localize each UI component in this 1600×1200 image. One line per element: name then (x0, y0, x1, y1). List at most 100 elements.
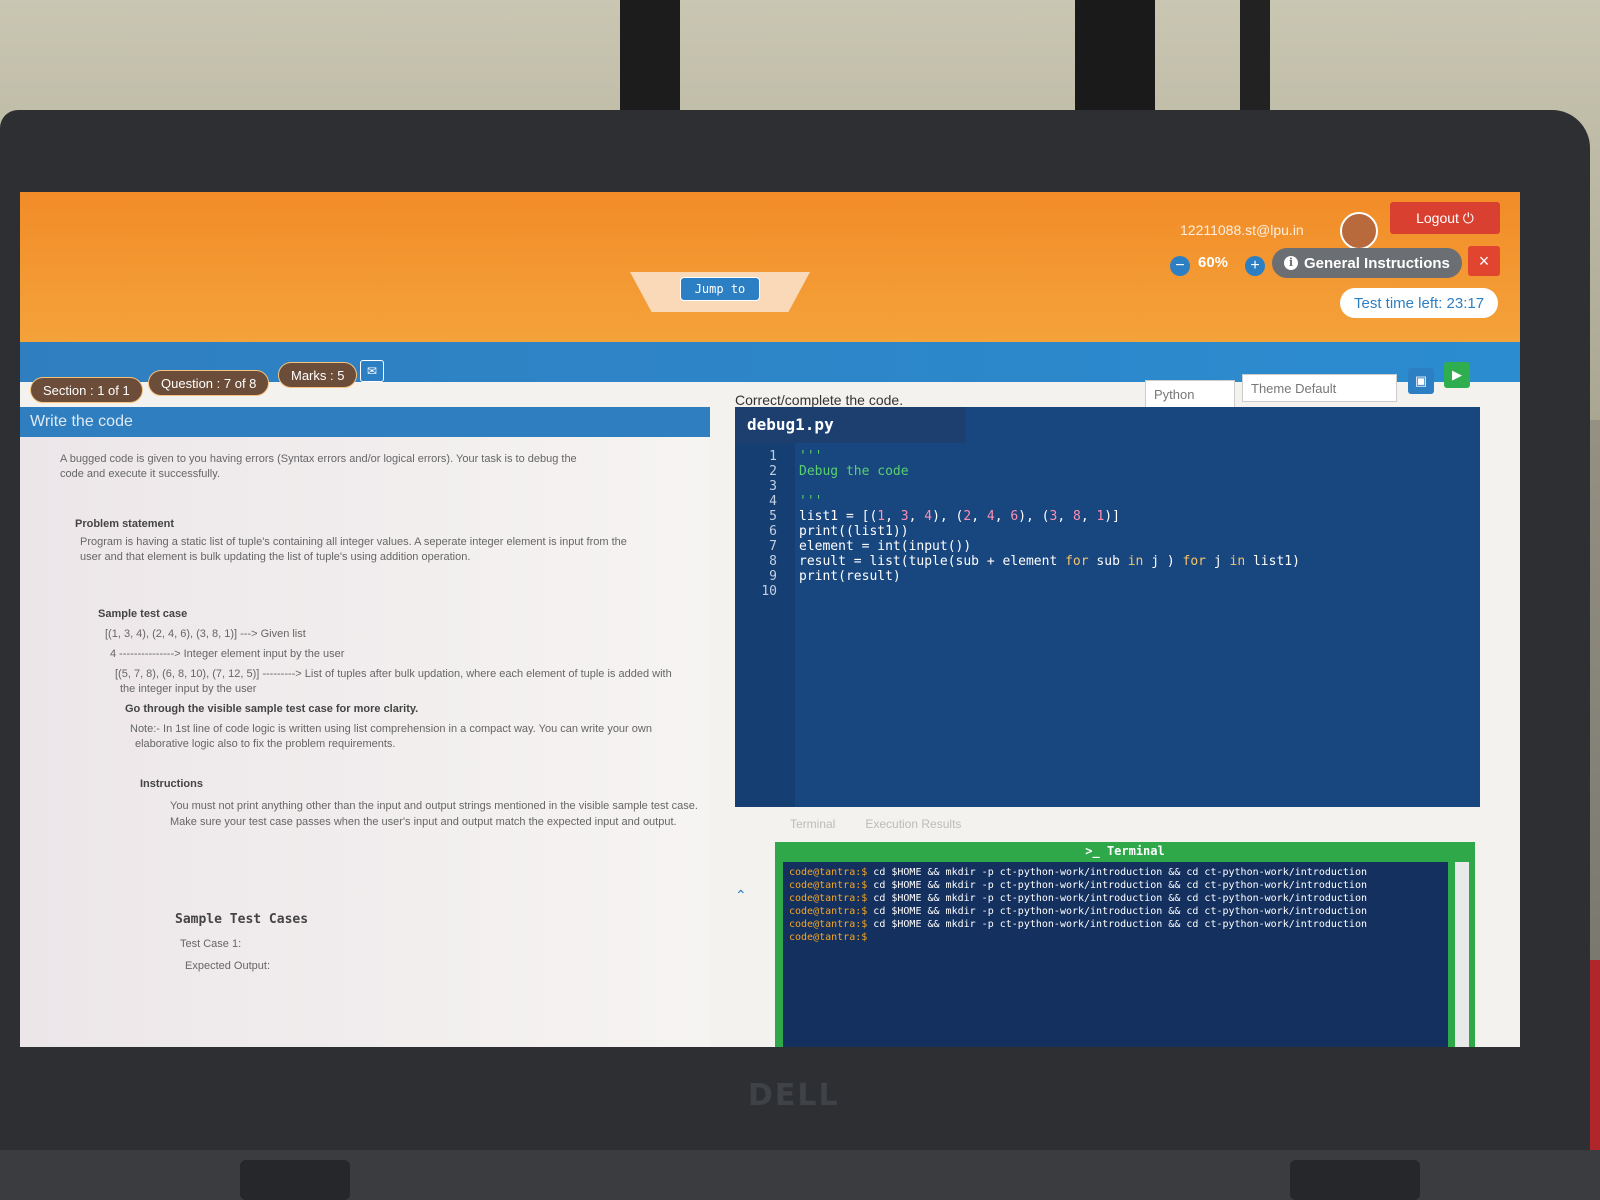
laptop-hinge (1290, 1160, 1420, 1200)
close-button[interactable]: × (1468, 246, 1500, 276)
expected-output-label: Expected Output: (185, 960, 270, 972)
line-source[interactable]: print((list1)) (785, 524, 909, 539)
code-line[interactable]: 6 print((list1)) (735, 524, 1300, 539)
terminal-line: code@tantra:$ cd $HOME && mkdir -p ct-py… (789, 892, 1442, 905)
intro-line: A bugged code is given to you having err… (60, 453, 577, 465)
line-source[interactable]: print(result) (785, 569, 901, 584)
sample-cases-heading: Sample Test Cases (175, 912, 309, 927)
code-line[interactable]: 7 element = int(input()) (735, 539, 1300, 554)
line-number: 10 (761, 584, 777, 599)
line-source[interactable]: element = int(input()) (785, 539, 971, 554)
terminal-prompt: code@tantra:$ (789, 919, 868, 930)
jump-to-button[interactable]: Jump to (680, 277, 760, 301)
terminal-panel: >_ Terminal code@tantra:$ cd $HOME && mk… (775, 842, 1475, 1047)
section-badge: Section : 1 of 1 (30, 377, 143, 403)
tab-execution-results[interactable]: Execution Results (865, 817, 961, 831)
test-case-label[interactable]: Test Case 1: (180, 937, 241, 952)
info-icon: i (1284, 256, 1298, 270)
sample-line: 4 ---------------> Integer element input… (110, 648, 345, 660)
instruction-item: Make sure your test case passes when the… (170, 816, 677, 828)
intro-line: code and execute it successfully. (60, 468, 220, 480)
zoom-out-button[interactable]: − (1170, 256, 1190, 276)
terminal-prompt: code@tantra:$ (789, 880, 868, 891)
tab-terminal[interactable]: Terminal (790, 817, 835, 831)
sample-line: the integer input by the user (120, 683, 257, 695)
note-line: elaborative logic also to fix the proble… (135, 738, 396, 750)
line-source[interactable]: list1 = [(1, 3, 4), (2, 4, 6), (3, 8, 1)… (785, 509, 1120, 524)
line-source[interactable]: ''' (785, 449, 822, 464)
screen: Jump to 12211088.st@lpu.in Logout ⏻ − 60… (20, 192, 1520, 1047)
terminal-command: cd $HOME && mkdir -p ct-python-work/intr… (867, 880, 1367, 891)
theme-select[interactable]: Theme Default (1242, 374, 1397, 402)
code-line[interactable]: 3 (735, 479, 1300, 494)
code-line[interactable]: 5 list1 = [(1, 3, 4), (2, 4, 6), (3, 8, 1… (735, 509, 1300, 524)
marks-badge: Marks : 5 (278, 362, 358, 388)
statement-line: Program is having a static list of tuple… (80, 536, 627, 548)
terminal-scrollbar[interactable] (1455, 862, 1469, 1047)
laptop-logo: DELL (748, 1078, 840, 1113)
line-source[interactable]: result = list(tuple(sub + element for su… (785, 554, 1300, 569)
terminal-prompt: code@tantra:$ (789, 867, 868, 878)
question-badge[interactable]: Question : 7 of 8 (148, 370, 270, 396)
sample-line: [(5, 7, 8), (6, 8, 10), (7, 12, 5)] ----… (115, 668, 672, 680)
code-line[interactable]: 10 (735, 584, 1300, 599)
code-line[interactable]: 4 ''' (735, 494, 1300, 509)
instructions-heading: Instructions (140, 778, 203, 790)
instruction-item: You must not print anything other than t… (170, 800, 698, 812)
zoom-in-button[interactable]: + (1245, 256, 1265, 276)
line-number: 4 (769, 494, 777, 509)
line-number: 2 (769, 464, 777, 479)
terminal-body[interactable]: code@tantra:$ cd $HOME && mkdir -p ct-py… (783, 862, 1448, 1047)
collapse-arrow-icon[interactable]: ⌃ (735, 887, 747, 904)
statement-heading: Problem statement (75, 518, 175, 530)
terminal-line: code@tantra:$ cd $HOME && mkdir -p ct-py… (789, 905, 1442, 918)
terminal-line: code@tantra:$ cd $HOME && mkdir -p ct-py… (789, 918, 1442, 931)
code-lines[interactable]: 1 ''' 2 Debug the code 3 4 ''' 5 list1 = [(1, 3,… (735, 449, 1300, 599)
note-line: Note:- In 1st line of code logic is writ… (130, 723, 652, 735)
terminal-line: code@tantra:$ cd $HOME && mkdir -p ct-py… (789, 866, 1442, 879)
line-number: 7 (769, 539, 777, 554)
output-tabs: Terminal Execution Results (790, 817, 961, 831)
terminal-command: cd $HOME && mkdir -p ct-python-work/intr… (867, 919, 1367, 930)
terminal-line[interactable]: code@tantra:$ (789, 931, 1442, 944)
line-number: 6 (769, 524, 777, 539)
editor-prompt: Correct/complete the code. (735, 392, 904, 408)
line-source[interactable]: ''' (785, 494, 822, 509)
line-number: 1 (769, 449, 777, 464)
general-instructions-label: General Instructions (1304, 254, 1450, 272)
code-line[interactable]: 9 print(result) (735, 569, 1300, 584)
problem-panel: Write the code A bugged code is given to… (20, 407, 710, 1047)
terminal-prompt: code@tantra:$ (789, 932, 868, 943)
laptop-hinge (240, 1160, 350, 1200)
file-tab[interactable]: debug1.py (735, 407, 965, 443)
statement-line: user and that element is bulk updating t… (80, 551, 471, 563)
language-select[interactable]: Python (1145, 380, 1235, 408)
test-timer: Test time left: 23:17 (1340, 288, 1499, 318)
avatar[interactable] (1340, 212, 1378, 250)
logout-button[interactable]: Logout ⏻ (1390, 202, 1500, 234)
sample-heading: Sample test case (98, 608, 188, 620)
line-number: 9 (769, 569, 777, 584)
code-editor[interactable]: debug1.py 1 ''' 2 Debug the code 3 4 ''' 5 list1… (735, 407, 1480, 807)
general-instructions-button[interactable]: i General Instructions (1272, 248, 1462, 278)
terminal-prompt: code@tantra:$ (789, 906, 868, 917)
zoom-level: 60% (1198, 254, 1229, 271)
line-source[interactable]: Debug the code (785, 464, 909, 479)
line-source[interactable] (785, 584, 799, 599)
code-line[interactable]: 1 ''' (735, 449, 1300, 464)
terminal-title: Terminal (1106, 844, 1165, 858)
line-number: 5 (769, 509, 777, 524)
save-button[interactable]: ▣ (1408, 368, 1434, 394)
terminal-header: >_ Terminal (775, 842, 1475, 860)
line-source[interactable] (785, 479, 799, 494)
code-line[interactable]: 2 Debug the code (735, 464, 1300, 479)
line-number: 3 (769, 479, 777, 494)
terminal-command: cd $HOME && mkdir -p ct-python-work/intr… (867, 906, 1367, 917)
terminal-icon: >_ (1085, 844, 1100, 858)
line-number: 8 (769, 554, 777, 569)
sample-line: [(1, 3, 4), (2, 4, 6), (3, 8, 1)] ---> G… (105, 628, 306, 640)
chat-icon[interactable]: ✉ (360, 360, 384, 382)
run-button[interactable]: ▶ (1444, 362, 1470, 388)
code-line[interactable]: 8 result = list(tuple(sub + element for s… (735, 554, 1300, 569)
user-email: 12211088.st@lpu.in (1180, 222, 1304, 238)
